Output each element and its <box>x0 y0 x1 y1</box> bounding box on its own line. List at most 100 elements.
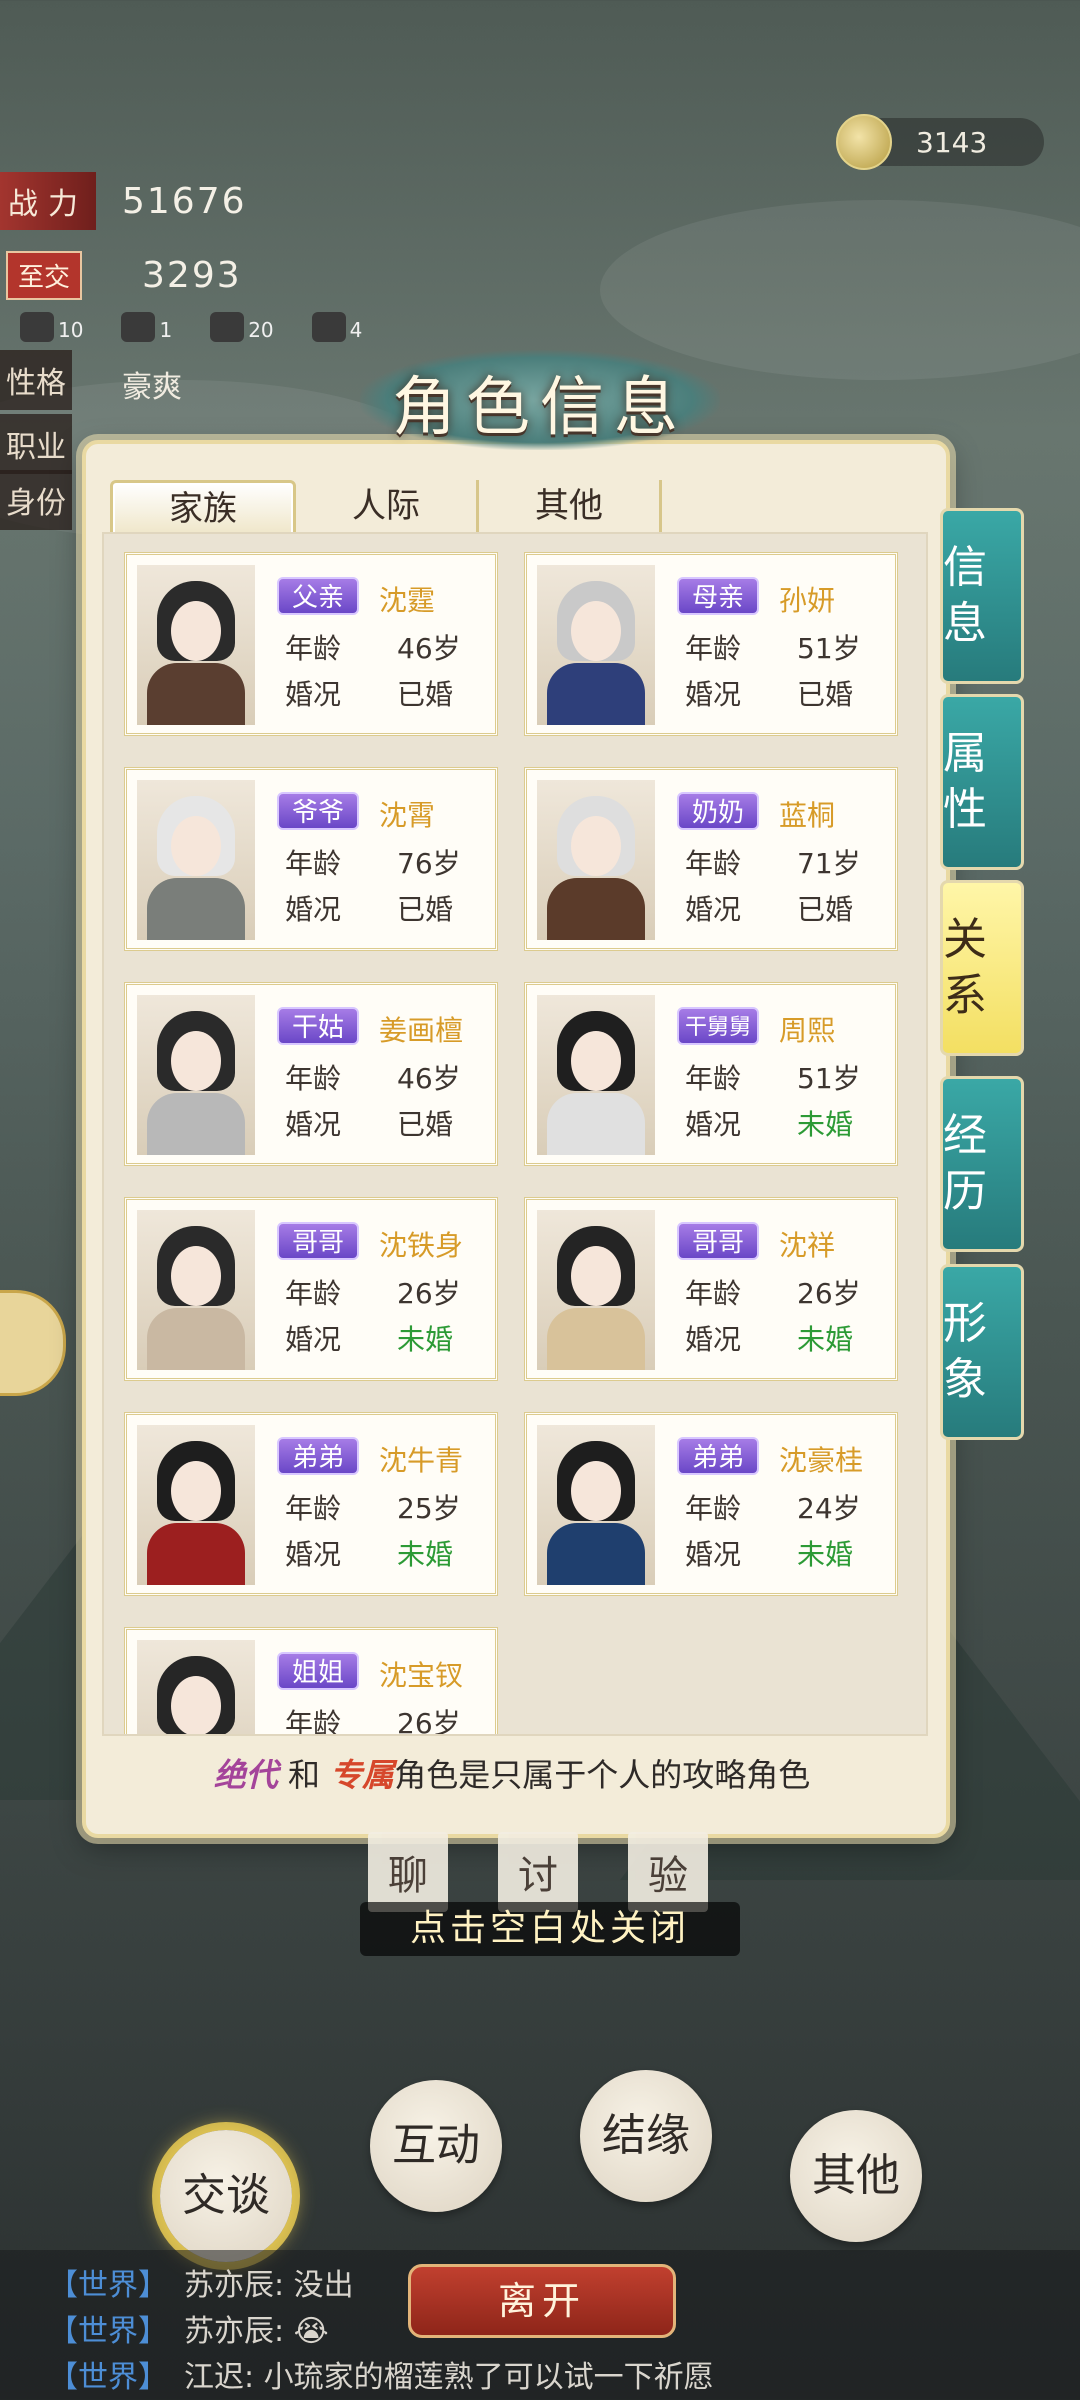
member-portrait <box>137 1425 255 1585</box>
age-label: 年龄 <box>285 1277 342 1310</box>
member-card[interactable]: 父亲 沈霆 年龄 46岁 婚况 已婚 <box>124 552 498 736</box>
marital-label: 婚况 <box>685 678 742 711</box>
age-value: 26岁 <box>797 1277 861 1310</box>
mini-counter: 1 <box>121 312 172 342</box>
member-portrait <box>537 1425 655 1585</box>
age-label: 年龄 <box>285 1707 342 1736</box>
member-portrait <box>137 565 255 725</box>
marital-value: 已婚 <box>397 1108 454 1141</box>
talk-button[interactable]: 交谈 <box>160 2130 292 2262</box>
panel-title: 角色信息 <box>392 371 688 445</box>
relation-badge: 姐姐 <box>277 1652 359 1690</box>
marital-label: 婚况 <box>685 1323 742 1356</box>
marital-value: 未婚 <box>797 1538 854 1571</box>
member-card[interactable]: 哥哥 沈祥 年龄 26岁 婚况 未婚 <box>524 1197 898 1381</box>
personality-value: 豪爽 <box>122 370 182 405</box>
marital-value: 未婚 <box>397 1323 454 1356</box>
chat-line: 【世界】 苏亦辰: 没出 <box>48 2268 354 2303</box>
currency-value: 3143 <box>916 125 988 159</box>
marital-label: 婚况 <box>685 893 742 926</box>
age-value: 26岁 <box>397 1277 461 1310</box>
note-peerless: 绝代 <box>213 1756 278 1794</box>
verify-button[interactable]: 验 <box>628 1832 708 1912</box>
identity-label: 身份 <box>0 470 72 530</box>
age-value: 76岁 <box>397 847 461 880</box>
relation-badge: 母亲 <box>677 577 759 615</box>
power-row: 战力 51676 <box>0 172 247 230</box>
interact-button[interactable]: 互动 <box>370 2080 502 2212</box>
age-value: 51岁 <box>797 1062 861 1095</box>
member-card[interactable]: 弟弟 沈牛青 年龄 25岁 婚况 未婚 <box>124 1412 498 1596</box>
close-hint[interactable]: 点击空白处关闭 <box>360 1902 740 1956</box>
member-card[interactable]: 爷爷 沈霄 年龄 76岁 婚况 已婚 <box>124 767 498 951</box>
member-name: 沈铁身 <box>379 1229 464 1262</box>
marital-value: 已婚 <box>797 893 854 926</box>
power-label: 战力 <box>0 172 96 230</box>
relation-badge: 弟弟 <box>277 1437 359 1475</box>
member-name: 蓝桐 <box>779 799 836 832</box>
member-name: 沈牛青 <box>379 1444 464 1477</box>
age-label: 年龄 <box>685 847 742 880</box>
chat-line: 【世界】 江迟: 小琉家的榴莲熟了可以试一下祈愿 <box>48 2360 714 2395</box>
tea-bowl-icon <box>836 114 892 170</box>
member-card[interactable]: 姐姐沈宝钗年龄26岁婚况 <box>124 1627 498 1736</box>
member-name: 沈霆 <box>379 584 436 617</box>
member-portrait <box>137 1210 255 1370</box>
member-portrait <box>537 780 655 940</box>
side-tab-appearance[interactable]: 形象 <box>940 1264 1024 1440</box>
age-label: 年龄 <box>285 847 342 880</box>
discuss-button[interactable]: 讨 <box>498 1832 578 1912</box>
member-card[interactable]: 哥哥 沈铁身 年龄 26岁 婚况 未婚 <box>124 1197 498 1381</box>
member-card[interactable]: 干舅舅 周熙 年龄 51岁 婚况 未婚 <box>524 982 898 1166</box>
side-tab-relationships[interactable]: 关系 <box>940 880 1024 1056</box>
marital-label: 婚况 <box>285 1108 342 1141</box>
age-label: 年龄 <box>285 1492 342 1525</box>
member-card[interactable]: 弟弟 沈豪桂 年龄 24岁 婚况 未婚 <box>524 1412 898 1596</box>
family-member-grid: 父亲 沈霆 年龄 46岁 婚况 已婚 母亲 孙妍 年龄 51岁 婚况 已婚 爷爷 沈霄 年龄 76岁 婚况 已婚奶… <box>102 532 928 1736</box>
note-exclusive: 专属 <box>330 1756 395 1794</box>
marital-label: 婚况 <box>685 1538 742 1571</box>
intimacy-badge: 至交 <box>6 250 83 300</box>
age-label: 年龄 <box>285 1062 342 1095</box>
panel-tabs: 家族 人际 其他 <box>110 480 662 538</box>
side-tab-info[interactable]: 信息 <box>940 508 1024 684</box>
tab-relations[interactable]: 人际 <box>296 480 479 532</box>
intimacy-value: 3293 <box>142 254 242 296</box>
mini-counter: 20 <box>210 312 274 342</box>
tab-other[interactable]: 其他 <box>479 480 662 532</box>
chat-line: 【世界】 苏亦辰: 😭 <box>48 2314 329 2349</box>
side-tab-history[interactable]: 经历 <box>940 1076 1024 1252</box>
age-label: 年龄 <box>685 632 742 665</box>
relation-badge: 干舅舅 <box>677 1007 759 1045</box>
chat-button[interactable]: 聊 <box>368 1832 448 1912</box>
note-rest: 角色是只属于个人的攻略角色 <box>394 1756 811 1794</box>
relation-badge: 哥哥 <box>677 1222 759 1260</box>
bond-button[interactable]: 结缘 <box>580 2070 712 2202</box>
member-name: 沈祥 <box>779 1229 836 1262</box>
age-value: 51岁 <box>797 632 861 665</box>
side-tab-attributes[interactable]: 属性 <box>940 694 1024 870</box>
member-card[interactable]: 奶奶 蓝桐年龄 71岁婚况 已婚 <box>524 767 898 951</box>
member-card[interactable]: 母亲 孙妍 年龄 51岁 婚况 已婚 <box>524 552 898 736</box>
member-card[interactable]: 干姑 姜画檀 年龄 46岁 婚况 已婚 <box>124 982 498 1166</box>
marital-value: 未婚 <box>397 1538 454 1571</box>
marital-label: 婚况 <box>285 1538 342 1571</box>
member-portrait <box>537 995 655 1155</box>
panel-title-banner: 角色信息 <box>330 320 750 470</box>
member-name: 沈霄 <box>379 799 436 832</box>
member-name: 沈豪桂 <box>779 1444 864 1477</box>
age-label: 年龄 <box>285 632 342 665</box>
chat-bubble-button[interactable] <box>0 1290 66 1396</box>
tab-family[interactable]: 家族 <box>110 480 296 538</box>
mini-counter: 10 <box>20 312 83 342</box>
leave-button[interactable]: 离开 <box>408 2264 676 2338</box>
marital-label: 婚况 <box>285 893 342 926</box>
relation-badge: 奶奶 <box>677 792 759 830</box>
age-label: 年龄 <box>685 1492 742 1525</box>
marital-label: 婚况 <box>285 678 342 711</box>
other-button[interactable]: 其他 <box>790 2110 922 2242</box>
member-portrait <box>137 995 255 1155</box>
age-value: 46岁 <box>397 1062 461 1095</box>
age-value: 71岁 <box>797 847 861 880</box>
member-portrait <box>137 780 255 940</box>
